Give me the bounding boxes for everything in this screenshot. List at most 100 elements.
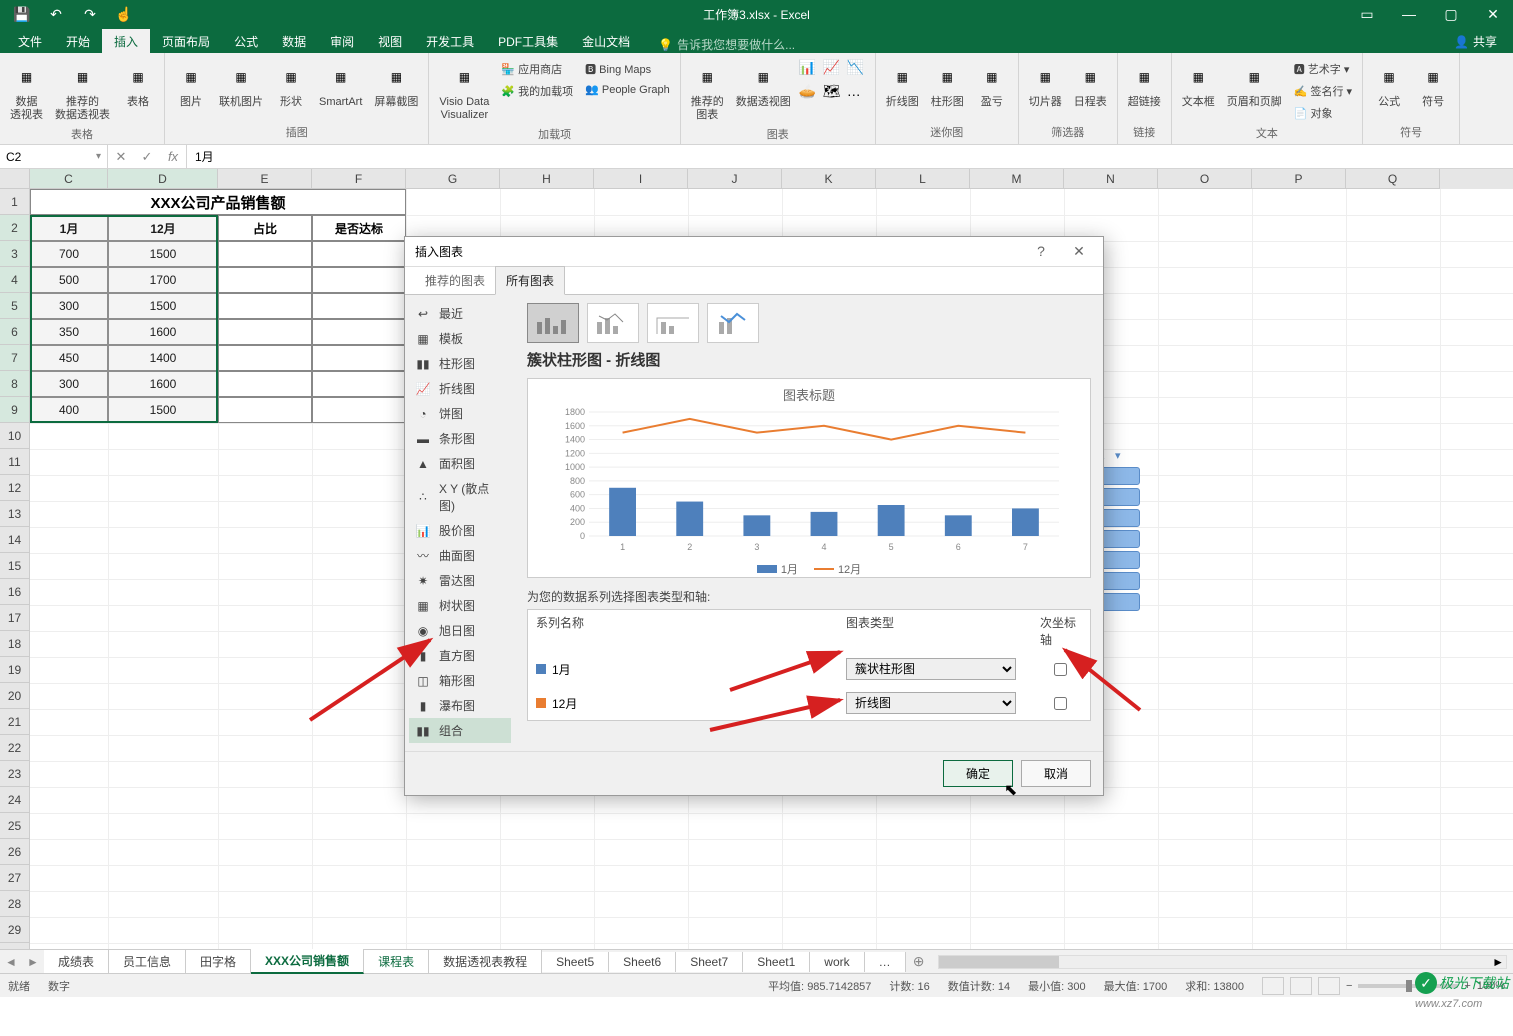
col-header[interactable]: M (970, 169, 1064, 189)
table-header-cell[interactable]: 是否达标 (312, 215, 406, 241)
table-cell[interactable]: 400 (30, 397, 108, 423)
row-header[interactable]: 8 (0, 371, 30, 397)
chart-category-item[interactable]: ◔饼图 (409, 401, 511, 426)
table-cell[interactable] (312, 319, 406, 345)
row-header[interactable]: 28 (0, 891, 30, 917)
sheet-tab[interactable]: 成绩表 (44, 950, 109, 973)
ribbon-btn[interactable]: ▦超链接 (1124, 59, 1165, 111)
col-header[interactable]: O (1158, 169, 1252, 189)
ribbon-opts-icon[interactable]: ▭ (1347, 0, 1387, 28)
col-header[interactable]: N (1064, 169, 1158, 189)
ribbon-tab-9[interactable]: PDF工具集 (486, 29, 570, 53)
table-cell[interactable] (218, 319, 312, 345)
row-headers[interactable]: 1234567891011121314151617181920212223242… (0, 189, 30, 949)
chart-category-item[interactable]: ∴X Y (散点图) (409, 476, 511, 518)
row-header[interactable]: 22 (0, 735, 30, 761)
sheet-tab[interactable]: Sheet5 (542, 952, 609, 972)
secondary-axis-checkbox[interactable] (1054, 663, 1067, 676)
row-header[interactable]: 19 (0, 657, 30, 683)
view-layout-button[interactable] (1290, 977, 1312, 995)
row-header[interactable]: 14 (0, 527, 30, 553)
ribbon-btn-sm[interactable]: 🏪 应用商店 (497, 59, 577, 79)
ribbon-btn[interactable]: ▦数据透视表 (6, 59, 47, 124)
row-header[interactable]: 20 (0, 683, 30, 709)
row-header[interactable]: 15 (0, 553, 30, 579)
ribbon-btn[interactable]: ▦联机图片 (215, 59, 267, 111)
undo-button[interactable]: ↶ (42, 3, 70, 25)
row-header[interactable]: 21 (0, 709, 30, 735)
row-header[interactable]: 27 (0, 865, 30, 891)
ribbon-tab-2[interactable]: 插入 (102, 29, 150, 53)
ribbon-btn[interactable]: ▦盈亏 (972, 59, 1012, 111)
enter-icon[interactable]: ✓ (134, 149, 160, 165)
sheet-tab[interactable]: 数据透视表教程 (429, 950, 542, 973)
col-header[interactable]: E (218, 169, 312, 189)
row-header[interactable]: 1 (0, 189, 30, 215)
table-cell[interactable]: 1500 (108, 397, 218, 423)
col-header[interactable]: F (312, 169, 406, 189)
chart-category-item[interactable]: ▲面积图 (409, 451, 511, 476)
col-header[interactable]: G (406, 169, 500, 189)
ribbon-mini[interactable]: 📉 (847, 59, 869, 81)
table-header-cell[interactable]: 1月 (30, 215, 108, 241)
ribbon-btn[interactable]: ▦日程表 (1070, 59, 1111, 111)
tab-nav-next[interactable]: ► (22, 955, 44, 969)
table-cell[interactable]: 1700 (108, 267, 218, 293)
maximize-button[interactable]: ▢ (1431, 0, 1471, 28)
col-header[interactable]: C (30, 169, 108, 189)
col-header[interactable]: L (876, 169, 970, 189)
ribbon-tab-6[interactable]: 审阅 (318, 29, 366, 53)
sheet-tab[interactable]: … (865, 952, 906, 972)
sheet-tab[interactable]: Sheet6 (609, 952, 676, 972)
ribbon-tab-4[interactable]: 公式 (222, 29, 270, 53)
col-header[interactable]: D (108, 169, 218, 189)
ribbon-btn[interactable]: ▦SmartArt (315, 59, 366, 111)
table-header-cell[interactable]: 占比 (218, 215, 312, 241)
table-cell[interactable] (312, 241, 406, 267)
ribbon-btn[interactable]: ▦屏幕截图 (370, 59, 422, 111)
table-header-cell[interactable]: 12月 (108, 215, 218, 241)
tab-nav-prev[interactable]: ◄ (0, 955, 22, 969)
chart-category-item[interactable]: ▮直方图 (409, 643, 511, 668)
help-button[interactable]: ? (1027, 243, 1055, 260)
column-headers[interactable]: CDEFGHIJKLMNOPQ (30, 169, 1513, 189)
row-header[interactable]: 23 (0, 761, 30, 787)
table-cell[interactable]: 300 (30, 293, 108, 319)
row-header[interactable]: 30 (0, 943, 30, 949)
ribbon-btn[interactable]: ▦柱形图 (927, 59, 968, 111)
row-header[interactable]: 7 (0, 345, 30, 371)
chart-category-item[interactable]: ◉旭日图 (409, 618, 511, 643)
table-cell[interactable]: 1500 (108, 293, 218, 319)
col-header[interactable]: K (782, 169, 876, 189)
row-header[interactable]: 17 (0, 605, 30, 631)
table-cell[interactable]: 1500 (108, 241, 218, 267)
share-button[interactable]: 👤 共享 (1446, 30, 1505, 53)
table-cell[interactable]: 350 (30, 319, 108, 345)
subtype-combo-1[interactable] (527, 303, 579, 343)
touch-mode-button[interactable]: ☝ (110, 3, 138, 25)
row-header[interactable]: 16 (0, 579, 30, 605)
col-header[interactable]: P (1252, 169, 1346, 189)
table-cell[interactable]: 300 (30, 371, 108, 397)
table-cell[interactable] (218, 267, 312, 293)
chart-category-item[interactable]: ▮瀑布图 (409, 693, 511, 718)
col-header[interactable]: J (688, 169, 782, 189)
col-header[interactable]: Q (1346, 169, 1440, 189)
ribbon-btn[interactable]: ▦Visio DataVisualizer (435, 59, 493, 124)
row-header[interactable]: 5 (0, 293, 30, 319)
chart-category-item[interactable]: ↩最近 (409, 301, 511, 326)
series-type-select[interactable]: 折线图 (846, 692, 1016, 714)
table-cell[interactable] (218, 241, 312, 267)
row-header[interactable]: 9 (0, 397, 30, 423)
dialog-tab[interactable]: 推荐的图表 (415, 267, 495, 294)
row-header[interactable]: 2 (0, 215, 30, 241)
ribbon-mini[interactable]: 📊 (799, 59, 821, 81)
secondary-axis-checkbox[interactable] (1054, 697, 1067, 710)
dialog-tab[interactable]: 所有图表 (495, 266, 565, 295)
table-cell[interactable] (312, 293, 406, 319)
ribbon-btn-sm[interactable]: 📄 对象 (1290, 103, 1356, 123)
ribbon-tab-5[interactable]: 数据 (270, 29, 318, 53)
sheet-tab[interactable]: Sheet1 (743, 952, 810, 972)
row-header[interactable]: 3 (0, 241, 30, 267)
ribbon-tab-10[interactable]: 金山文档 (570, 29, 642, 53)
